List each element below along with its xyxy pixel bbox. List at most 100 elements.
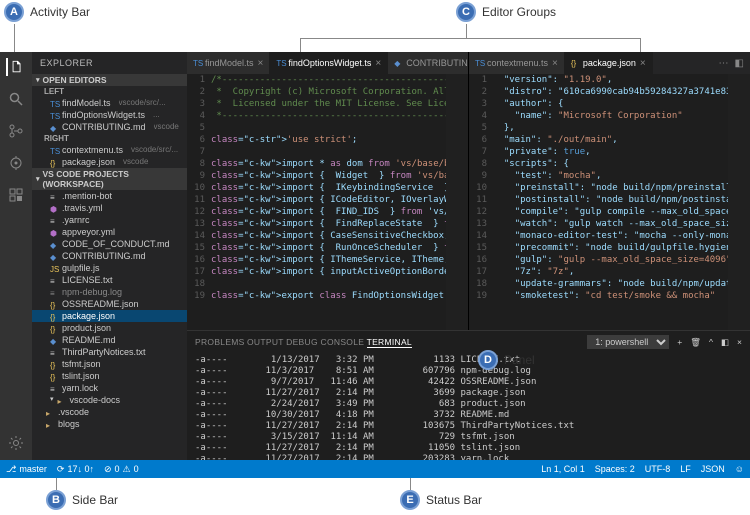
- close-tab-icon[interactable]: ×: [640, 58, 646, 69]
- sidebar-item[interactable]: {}tsfmt.json: [32, 358, 187, 370]
- search-icon[interactable]: [7, 90, 25, 108]
- callout-bubble-e: E: [400, 490, 420, 510]
- ts-file-icon: TS: [50, 99, 58, 107]
- file-path-meta: vscode: [154, 121, 179, 133]
- ts-file-icon: TS: [50, 111, 58, 119]
- sidebar-item[interactable]: {}package.jsonvscode: [32, 156, 187, 168]
- sidebar-item[interactable]: {}package.json: [32, 310, 187, 322]
- indentation-status[interactable]: Spaces: 2: [595, 464, 635, 474]
- code-content[interactable]: "version": "1.19.0", "distro": "610ca699…: [493, 74, 728, 330]
- file-name: CODE_OF_CONDUCT.md: [62, 238, 170, 250]
- debug-icon[interactable]: [7, 154, 25, 172]
- sync-status[interactable]: ⟳ 17↓ 0↑: [57, 464, 94, 475]
- sidebar-item[interactable]: ⬢appveyor.yml: [32, 226, 187, 238]
- editor-tab[interactable]: TSfindModel.ts×: [187, 52, 270, 74]
- editor-tab[interactable]: TSfindOptionsWidget.ts×: [270, 52, 388, 74]
- eol-status[interactable]: LF: [680, 464, 691, 474]
- side-bar: EXPLORER ▾ OPEN EDITORS LEFT TSfindModel…: [32, 52, 187, 460]
- close-tab-icon[interactable]: ×: [258, 58, 264, 69]
- md-file-icon: ◆: [50, 240, 58, 248]
- code-editor[interactable]: 12345678910111213141516171819 "version":…: [469, 74, 750, 330]
- sidebar-item[interactable]: TSfindOptionsWidget.ts...: [32, 109, 187, 121]
- tab-bar: TSfindModel.ts×TSfindOptionsWidget.ts×◆C…: [187, 52, 468, 74]
- panel-tab-debug-console[interactable]: DEBUG CONSOLE: [286, 337, 364, 347]
- callout-bubble-b: B: [46, 490, 66, 510]
- problems-status[interactable]: ⊘0 ⚠0: [104, 464, 139, 475]
- editor-groups: TSfindModel.ts×TSfindOptionsWidget.ts×◆C…: [187, 52, 750, 330]
- file-path-meta: vscode/src/...: [131, 144, 178, 156]
- yml-file-icon: ⬢: [50, 228, 58, 236]
- source-control-icon[interactable]: [7, 122, 25, 140]
- sidebar-item[interactable]: ≡.mention-bot: [32, 190, 187, 202]
- sidebar-item[interactable]: {} tslint.json: [32, 370, 187, 382]
- txt-file-icon: ≡: [50, 276, 58, 284]
- close-panel-icon[interactable]: ×: [737, 337, 742, 347]
- maximize-panel-icon[interactable]: ^: [709, 337, 713, 347]
- sidebar-item[interactable]: ▾▸vscode-docs: [32, 394, 187, 406]
- sidebar-item[interactable]: JSgulpfile.js: [32, 262, 187, 274]
- sidebar-item[interactable]: ≡LICENSE.txt: [32, 274, 187, 286]
- sidebar-item[interactable]: ≡.yarnrc: [32, 214, 187, 226]
- minimap[interactable]: [446, 74, 468, 330]
- language-mode[interactable]: JSON: [701, 464, 725, 474]
- chevron-down-icon: ▾: [36, 175, 40, 183]
- sidebar-item[interactable]: ⬢.travis.yml: [32, 202, 187, 214]
- sidebar-item[interactable]: ▸.vscode: [32, 406, 187, 418]
- folder-file-icon: ▸: [46, 420, 54, 428]
- activity-bar: [0, 52, 32, 460]
- sidebar-item[interactable]: ◆CONTRIBUTING.md: [32, 250, 187, 262]
- gear-icon[interactable]: [7, 434, 25, 452]
- file-name: vscode-docs: [70, 394, 121, 406]
- terminal-selector[interactable]: 1: powershell: [587, 335, 669, 349]
- editor-tab[interactable]: ◆CONTRIBUTING.md×: [388, 52, 468, 74]
- branch-status[interactable]: ⎇ master: [6, 464, 47, 475]
- panel-tab-problems[interactable]: PROBLEMS: [195, 337, 245, 347]
- sidebar-item[interactable]: ▸blogs: [32, 418, 187, 430]
- close-tab-icon[interactable]: ×: [552, 58, 558, 69]
- sidebar-item[interactable]: ◆CONTRIBUTING.mdvscode: [32, 121, 187, 133]
- file-name: .mention-bot: [62, 190, 112, 202]
- split-editor-icon[interactable]: ◧: [735, 58, 744, 69]
- extensions-icon[interactable]: [7, 186, 25, 204]
- sidebar-item[interactable]: TScontextmenu.tsvscode/src/...: [32, 144, 187, 156]
- sidebar-item[interactable]: TSfindModel.tsvscode/src/...: [32, 97, 187, 109]
- file-file-icon: ≡: [50, 216, 58, 224]
- more-icon[interactable]: ⋯: [719, 58, 729, 69]
- editor-tab[interactable]: TScontextmenu.ts×: [469, 52, 565, 74]
- cursor-position[interactable]: Ln 1, Col 1: [541, 464, 585, 474]
- new-terminal-icon[interactable]: +: [677, 337, 682, 347]
- sidebar-item[interactable]: {}product.json: [32, 322, 187, 334]
- close-tab-icon[interactable]: ×: [375, 58, 381, 69]
- kill-terminal-icon[interactable]: 🗑: [690, 337, 701, 348]
- tab-label: package.json: [583, 58, 636, 68]
- feedback-icon[interactable]: ☺: [735, 464, 744, 474]
- sidebar-item[interactable]: {}OSSREADME.json: [32, 298, 187, 310]
- sidebar-item[interactable]: ≡ThirdPartyNotices.txt: [32, 346, 187, 358]
- file-name: tslint.json: [62, 370, 100, 382]
- sidebar-item[interactable]: ◆README.md: [32, 334, 187, 346]
- split-panel-icon[interactable]: ◧: [721, 337, 729, 348]
- workspace-header[interactable]: ▾ VS CODE PROJECTS (WORKSPACE): [32, 168, 187, 190]
- file-name: CONTRIBUTING.md: [62, 250, 146, 262]
- file-file-icon: ≡: [50, 384, 58, 392]
- minimap[interactable]: [728, 74, 750, 330]
- open-editors-header[interactable]: ▾ OPEN EDITORS: [32, 74, 187, 86]
- ts-file-icon: TS: [276, 59, 284, 67]
- editor-group: TSfindModel.ts×TSfindOptionsWidget.ts×◆C…: [187, 52, 469, 330]
- code-content[interactable]: /*--------------------------------------…: [211, 74, 446, 330]
- panel-tab-terminal[interactable]: TERMINAL: [367, 337, 412, 348]
- file-name: contextmenu.ts: [62, 144, 123, 156]
- sidebar-item[interactable]: ≡yarn.lock: [32, 382, 187, 394]
- code-editor[interactable]: 12345678910111213141516171819/*---------…: [187, 74, 468, 330]
- panel-tab-output[interactable]: OUTPUT: [247, 337, 284, 347]
- sidebar-item[interactable]: ◆ CODE_OF_CONDUCT.md: [32, 238, 187, 250]
- json-file-icon: {}: [50, 372, 58, 380]
- terminal-output[interactable]: -a---- 1/13/2017 3:32 PM 1133 LICENSE.tx…: [187, 353, 750, 460]
- explorer-icon[interactable]: [6, 58, 24, 76]
- json-file-icon: {}: [50, 158, 58, 166]
- encoding-status[interactable]: UTF-8: [645, 464, 671, 474]
- callout-bubble-d: D: [478, 350, 498, 370]
- callout-text-b: Side Bar: [72, 493, 118, 507]
- sidebar-item[interactable]: ≡npm-debug.log: [32, 286, 187, 298]
- editor-tab[interactable]: {}package.json×: [565, 52, 653, 74]
